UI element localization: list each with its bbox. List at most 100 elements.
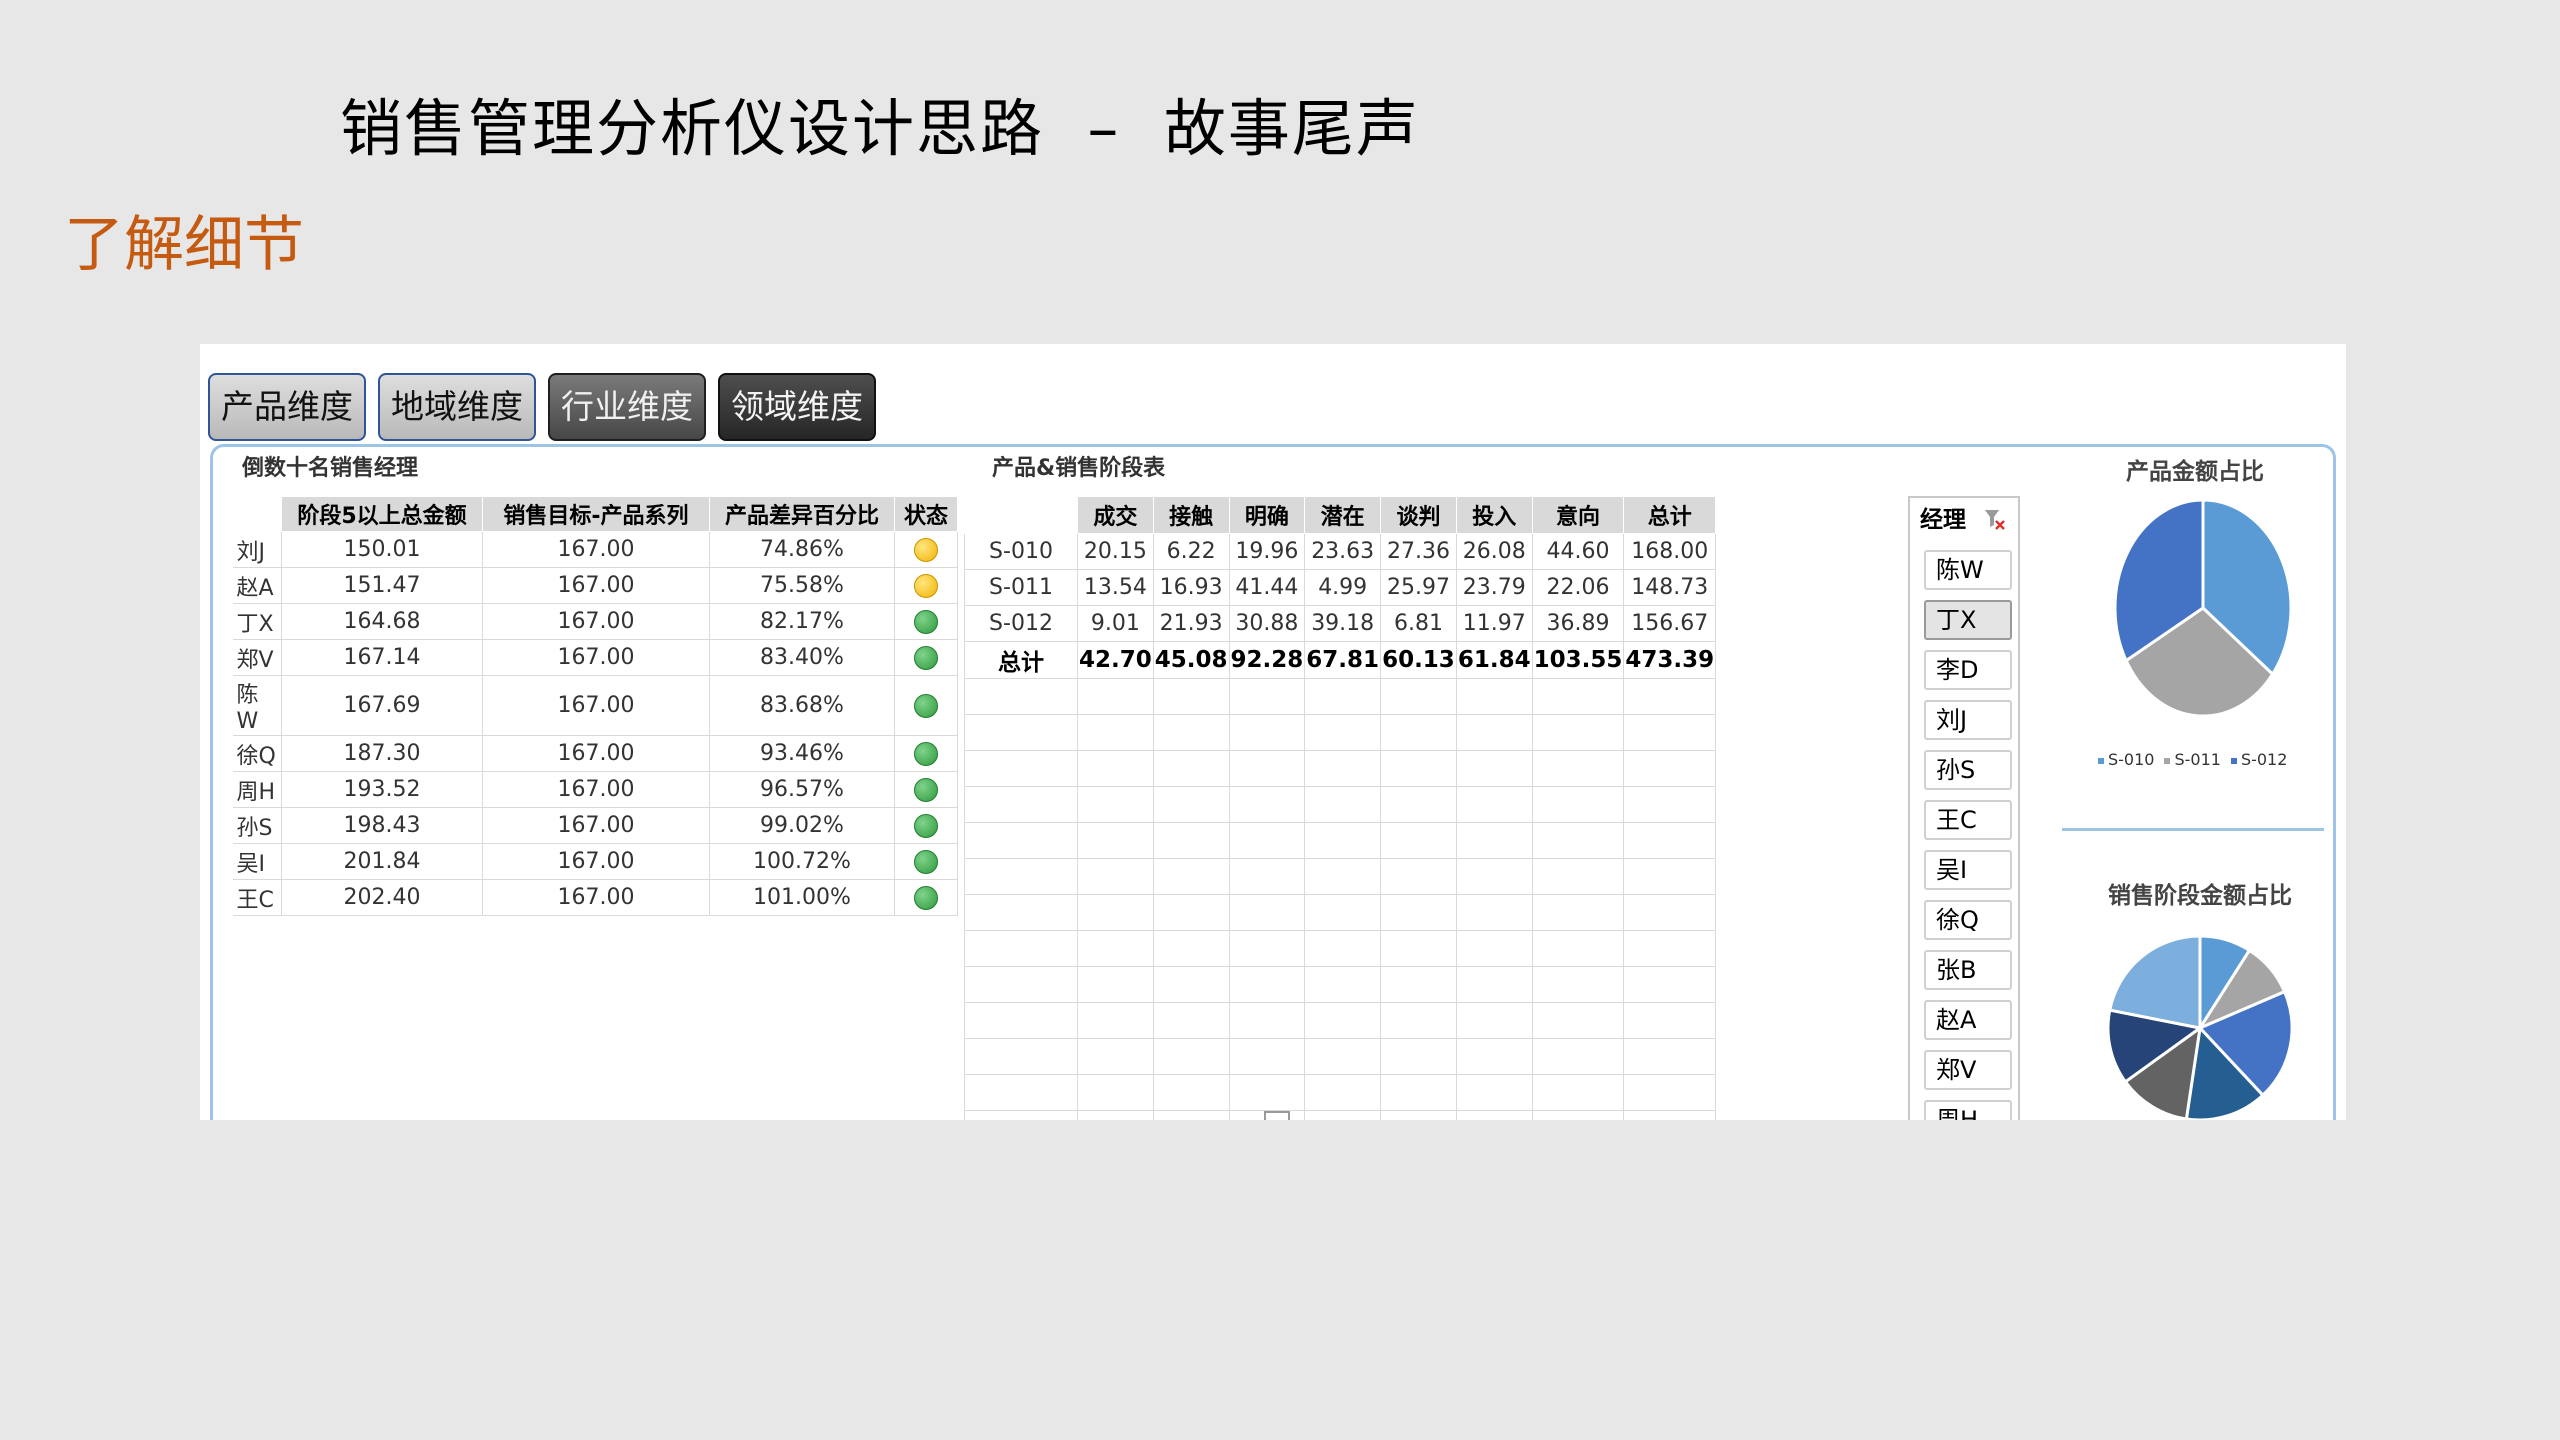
legend-label: S-012 (2240, 750, 2288, 769)
amount-cell: 201.84 (281, 843, 483, 880)
slicer-item[interactable]: 李D (1924, 650, 2012, 690)
value-cell (1623, 1038, 1717, 1075)
table-row: S-011 13.54 16.93 41.44 4.99 25.97 23.79 22.06 1… (964, 569, 1717, 606)
value-cell: 44.60 (1531, 533, 1625, 570)
percent-cell: 100.72% (709, 843, 895, 880)
value-cell (1304, 1074, 1382, 1111)
value-cell: 67.81 (1304, 641, 1382, 679)
value-cell (1531, 1110, 1625, 1120)
value-cell (1228, 1002, 1306, 1039)
column-header: 投入 (1455, 496, 1533, 534)
value-cell (1455, 786, 1533, 823)
manager-name: 王C (232, 879, 282, 916)
value-cell (1228, 966, 1306, 1003)
percent-cell: 93.46% (709, 735, 895, 772)
value-cell (1623, 1002, 1717, 1039)
value-cell (1077, 822, 1154, 859)
value-cell (1077, 750, 1154, 787)
percent-cell: 83.40% (709, 639, 895, 676)
pie2-slice (2108, 934, 2202, 1030)
slicer-item[interactable]: 徐Q (1924, 900, 2012, 940)
manager-name: 刘J (232, 531, 282, 568)
column-header (232, 496, 282, 532)
value-cell (1077, 1074, 1154, 1111)
value-cell (1077, 678, 1154, 715)
manager-slicer[interactable]: 经理 陈W 丁X 李D 刘J 孙S 王C 吴I 徐Q 张B 赵A 郑V 周H (1908, 496, 2020, 1120)
tab-product[interactable]: 产品维度 (208, 373, 366, 441)
slicer-item[interactable]: 孙S (1924, 750, 2012, 790)
value-cell: 19.96 (1228, 533, 1306, 570)
slicer-item[interactable]: 郑V (1924, 1050, 2012, 1090)
green-status-icon (914, 778, 938, 802)
percent-cell: 82.17% (709, 603, 895, 640)
value-cell: 156.67 (1623, 605, 1717, 642)
row-label: 总计 (964, 641, 1078, 679)
value-cell (1455, 1110, 1533, 1120)
slicer-item[interactable]: 赵A (1924, 1000, 2012, 1040)
value-cell (1531, 1074, 1625, 1111)
table-row (964, 1074, 1717, 1111)
column-header: 产品差异百分比 (709, 496, 895, 532)
slicer-item[interactable]: 刘J (1924, 700, 2012, 740)
value-cell (1152, 930, 1230, 967)
value-cell (1455, 858, 1533, 895)
value-cell (1380, 678, 1457, 715)
value-cell (1152, 714, 1230, 751)
amount-cell: 193.52 (281, 771, 483, 808)
table-row: 郑V 167.14 167.00 83.40% (232, 639, 958, 676)
value-cell: 23.63 (1304, 533, 1382, 570)
tab-industry[interactable]: 行业维度 (548, 373, 706, 441)
slicer-item[interactable]: 王C (1924, 800, 2012, 840)
total-row: 总计 42.70 45.08 92.28 67.81 60.13 61.84 103.55 47… (964, 641, 1717, 679)
column-header (964, 496, 1078, 534)
value-cell: 16.93 (1152, 569, 1230, 606)
value-cell (1455, 966, 1533, 1003)
value-cell: 473.39 (1623, 641, 1717, 679)
value-cell (1304, 858, 1382, 895)
column-header: 意向 (1531, 496, 1625, 534)
value-cell: 92.28 (1228, 641, 1306, 679)
value-cell (1077, 1110, 1154, 1120)
manager-name: 吴I (232, 843, 282, 880)
value-cell (1455, 678, 1533, 715)
manager-name: 孙S (232, 807, 282, 844)
product-stage-table: 成交 接触 明确 潜在 谈判 投入 意向 总计 S-010 20.15 6.22 19.96 23.6… (964, 496, 1717, 1120)
value-cell (1304, 894, 1382, 931)
legend-item: S-012 (2230, 750, 2288, 769)
slicer-item[interactable]: 吴I (1924, 850, 2012, 890)
slicer-item[interactable]: 张B (1924, 950, 2012, 990)
column-header: 明确 (1228, 496, 1306, 534)
tab-field[interactable]: 领域维度 (718, 373, 876, 441)
row-label (964, 1038, 1078, 1075)
value-cell (1152, 1074, 1230, 1111)
status-cell (894, 675, 958, 736)
percent-cell: 83.68% (709, 675, 895, 736)
value-cell (1531, 1002, 1625, 1039)
value-cell (1228, 894, 1306, 931)
table-row (964, 822, 1717, 859)
clear-filter-icon[interactable] (1984, 508, 2006, 532)
value-cell (1623, 1074, 1717, 1111)
legend-swatch (2164, 757, 2171, 764)
slicer-item[interactable]: 丁X (1924, 600, 2012, 640)
value-cell: 168.00 (1623, 533, 1717, 570)
value-cell (1380, 1074, 1457, 1111)
status-cell (894, 843, 958, 880)
value-cell (1380, 858, 1457, 895)
slicer-item[interactable]: 周H (1924, 1100, 2012, 1120)
value-cell (1531, 858, 1625, 895)
legend-swatch (2230, 757, 2237, 764)
manager-name: 陈W (232, 675, 282, 736)
tab-region[interactable]: 地域维度 (378, 373, 536, 441)
value-cell (1228, 786, 1306, 823)
yellow-status-icon (914, 538, 938, 562)
green-status-icon (914, 814, 938, 838)
scroll-handle[interactable] (1264, 1111, 1290, 1120)
table-row: 丁X 164.68 167.00 82.17% (232, 603, 958, 640)
slicer-item[interactable]: 陈W (1924, 550, 2012, 590)
percent-cell: 75.58% (709, 567, 895, 604)
amount-cell: 167.69 (281, 675, 483, 736)
value-cell (1623, 786, 1717, 823)
legend-swatch (2098, 757, 2104, 764)
value-cell (1531, 966, 1625, 1003)
